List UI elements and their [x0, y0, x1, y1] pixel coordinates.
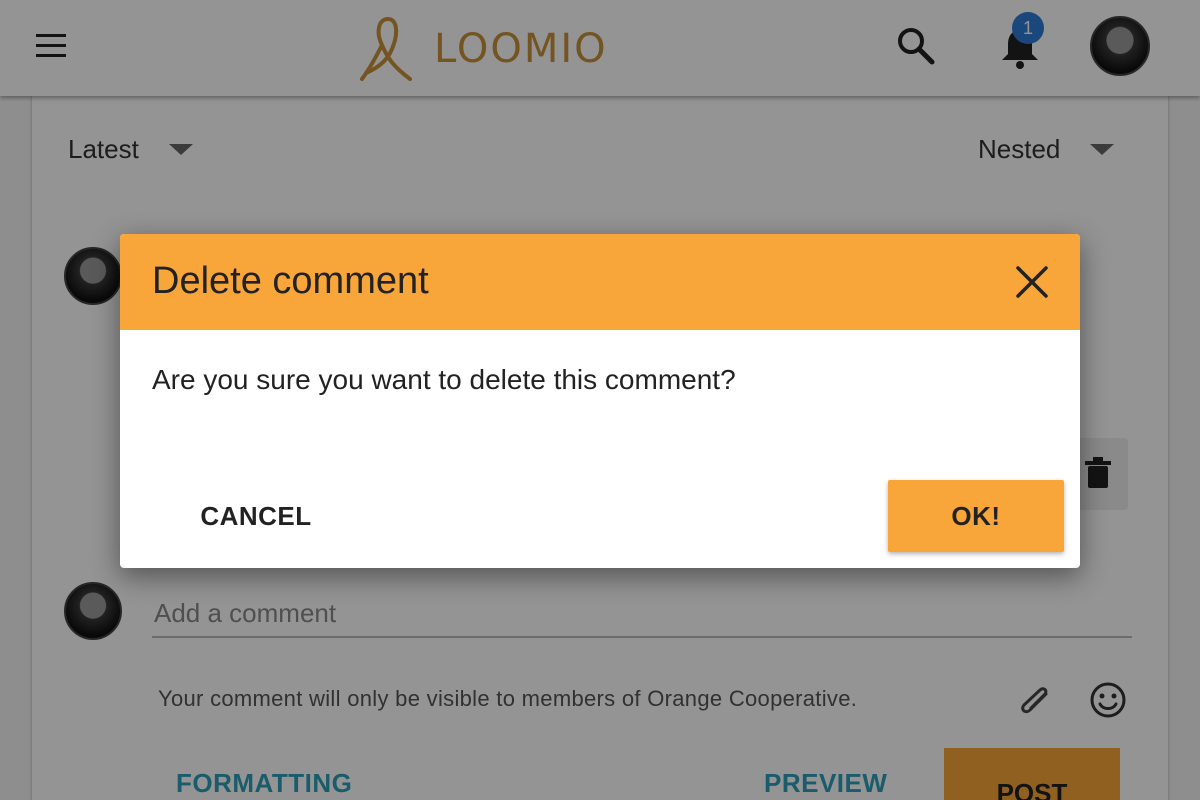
dialog-title: Delete comment	[152, 260, 429, 302]
delete-comment-dialog: Delete comment Are you sure you want to …	[120, 234, 1080, 568]
ok-button[interactable]: OK!	[888, 480, 1064, 552]
dialog-message: Are you sure you want to delete this com…	[152, 364, 736, 395]
dialog-header: Delete comment	[120, 234, 1080, 330]
cancel-button[interactable]: CANCEL	[180, 480, 332, 552]
close-icon[interactable]	[1010, 260, 1054, 304]
